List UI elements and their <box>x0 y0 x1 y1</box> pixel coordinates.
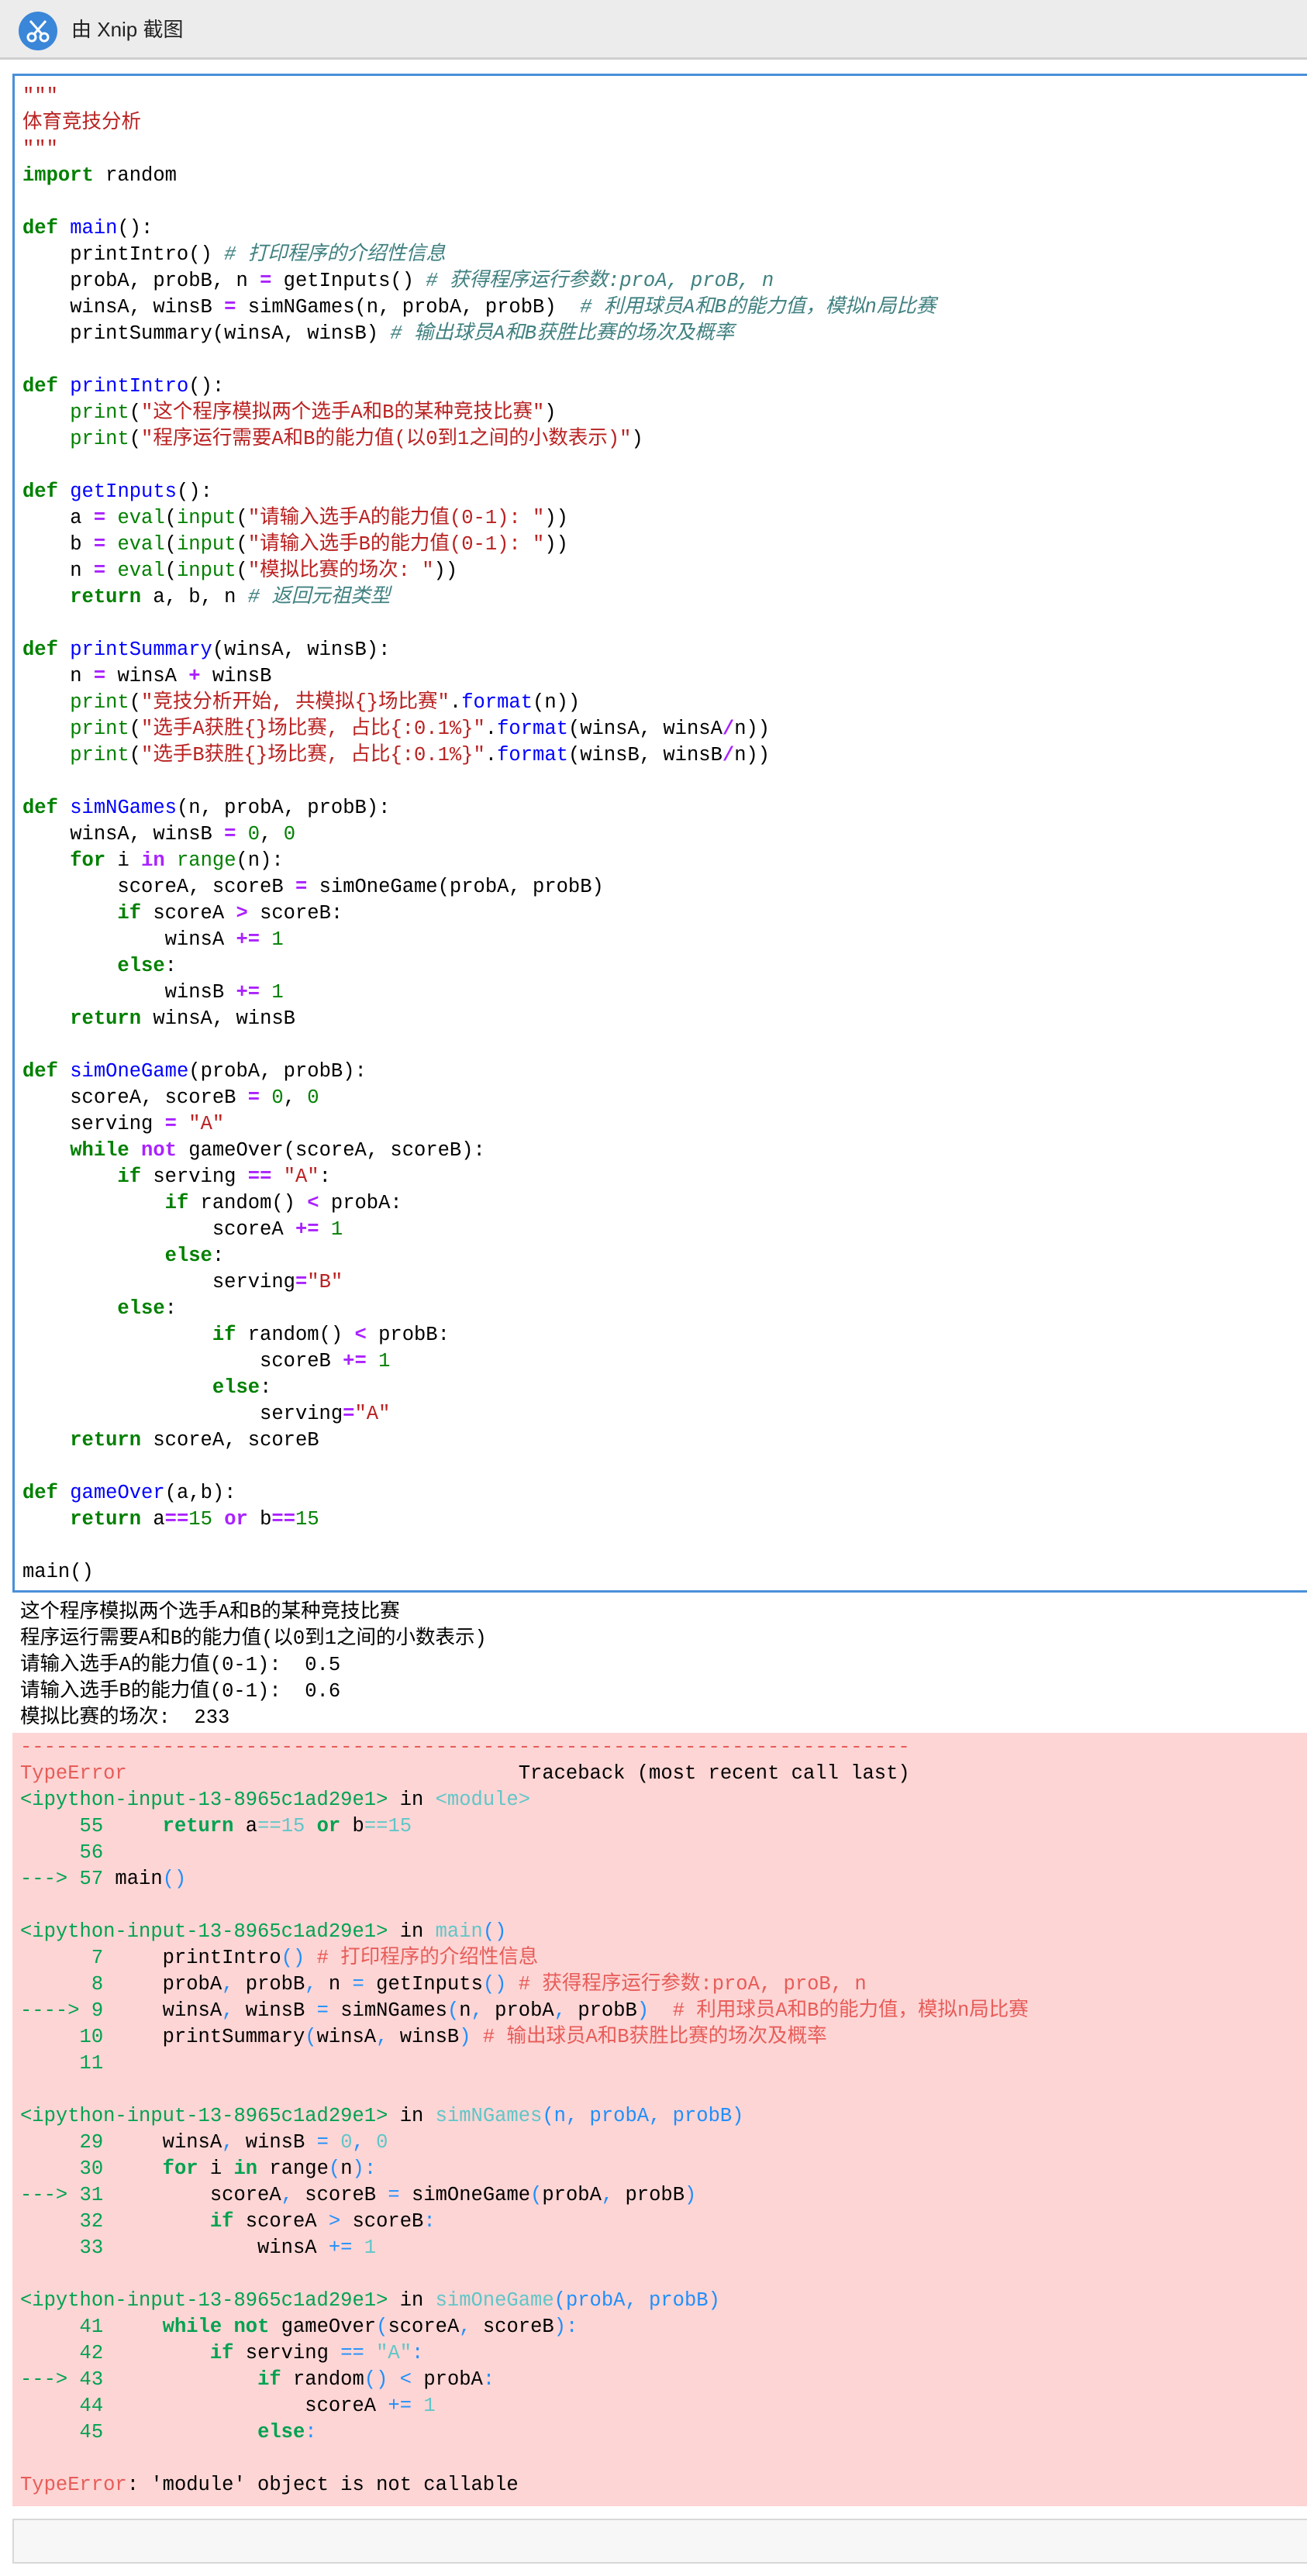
docstring: """ 体育竞技分析 """ <box>22 85 142 160</box>
cell-output: 这个程序模拟两个选手A和B的某种竞技比赛 程序运行需要A和B的能力值(以0到1之… <box>20 1600 487 1731</box>
output-line: 请输入选手A的能力值(0-1): 0.5 <box>20 1654 341 1676</box>
code-cell[interactable]: """ 体育竞技分析 """ import random def main():… <box>12 74 1307 1593</box>
traceback-header: Traceback (most recent call last) <box>518 1762 910 1785</box>
output-line: 程序运行需要A和B的能力值(以0到1之间的小数表示) <box>20 1627 487 1650</box>
scissors-icon[interactable] <box>19 12 57 50</box>
error-message: : 'module' object is not callable <box>126 2474 519 2496</box>
output-line: 这个程序模拟两个选手A和B的某种竞技比赛 <box>20 1601 400 1624</box>
code-editor[interactable]: """ 体育竞技分析 """ import random def main():… <box>22 84 936 1586</box>
traceback: ----------------------------------------… <box>20 1736 1029 2496</box>
error-output: ----------------------------------------… <box>12 1733 1307 2506</box>
title-bar: 由 Xnip 截图 <box>0 0 1307 60</box>
output-line: 模拟比赛的场次: 233 <box>20 1706 230 1729</box>
next-cell-input[interactable] <box>12 2519 1307 2564</box>
window-title: 由 Xnip 截图 <box>71 18 184 41</box>
error-type: TypeError <box>20 1762 127 1785</box>
output-line: 请输入选手B的能力值(0-1): 0.6 <box>20 1680 341 1703</box>
